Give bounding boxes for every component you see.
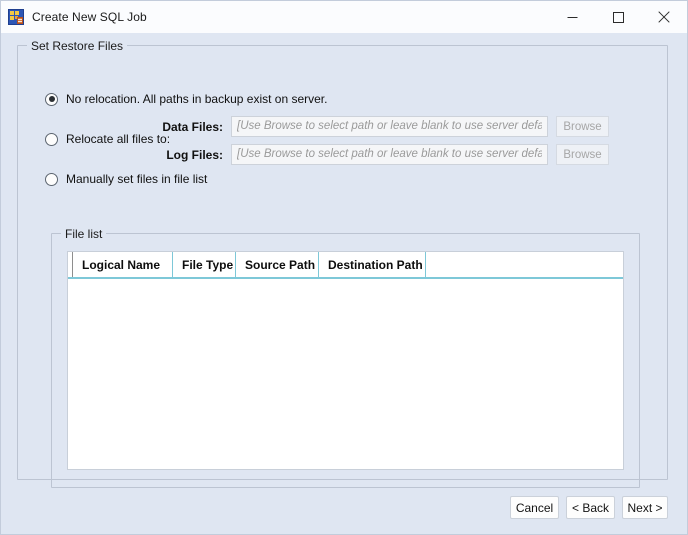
radio-option-no-relocation[interactable]: No relocation. All paths in backup exist… [45, 92, 327, 106]
title-bar: Create New SQL Job [1, 1, 687, 33]
radio-label-manual-file-list: Manually set files in file list [66, 172, 208, 186]
column-header-file-type[interactable]: File Type [173, 252, 236, 277]
close-icon [658, 11, 670, 23]
data-files-row: Data Files: Browse [138, 116, 609, 137]
radio-indicator-manual-file-list[interactable] [45, 172, 58, 186]
data-files-input[interactable] [231, 116, 548, 137]
file-list-group: File list Logical Name File Type Source … [51, 227, 640, 488]
maximize-button[interactable] [595, 1, 641, 33]
maximize-icon [612, 11, 624, 23]
column-header-source-path[interactable]: Source Path [236, 252, 319, 277]
log-files-row: Log Files: Browse [138, 144, 609, 165]
dialog-body: Set Restore Files No relocation. All pat… [1, 33, 687, 534]
radio-indicator-no-relocation[interactable] [45, 92, 58, 106]
dialog-window: Create New SQL Job Set Restore Files No … [0, 0, 688, 535]
back-button[interactable]: < Back [566, 496, 615, 519]
file-list-header-row: Logical Name File Type Source Path Desti… [68, 252, 623, 279]
file-list-grid[interactable]: Logical Name File Type Source Path Desti… [67, 251, 624, 470]
log-files-input[interactable] [231, 144, 548, 165]
dialog-button-bar: Cancel < Back Next > [1, 496, 687, 526]
data-files-label: Data Files: [162, 119, 223, 134]
minimize-button[interactable] [549, 1, 595, 33]
window-controls [549, 1, 687, 33]
close-button[interactable] [641, 1, 687, 33]
sql-job-icon [8, 9, 24, 25]
set-restore-files-group: Set Restore Files No relocation. All pat… [17, 39, 668, 488]
next-button[interactable]: Next > [622, 496, 668, 519]
radio-indicator-relocate-all[interactable] [45, 132, 58, 146]
cancel-button[interactable]: Cancel [510, 496, 559, 519]
column-header-logical-name[interactable]: Logical Name [73, 252, 173, 277]
radio-option-manual-file-list[interactable]: Manually set files in file list [45, 172, 207, 186]
column-header-destination-path[interactable]: Destination Path [319, 252, 426, 277]
radio-label-no-relocation: No relocation. All paths in backup exist… [66, 92, 328, 106]
minimize-icon [567, 16, 577, 18]
log-files-browse-button[interactable]: Browse [556, 144, 609, 165]
log-files-label: Log Files: [166, 147, 223, 162]
file-list-body [68, 279, 623, 469]
group-title-set-restore-files: Set Restore Files [27, 39, 128, 53]
window-title: Create New SQL Job [32, 10, 147, 24]
group-title-file-list: File list [61, 227, 107, 241]
data-files-browse-button[interactable]: Browse [556, 116, 609, 137]
column-header-filler [426, 252, 623, 277]
